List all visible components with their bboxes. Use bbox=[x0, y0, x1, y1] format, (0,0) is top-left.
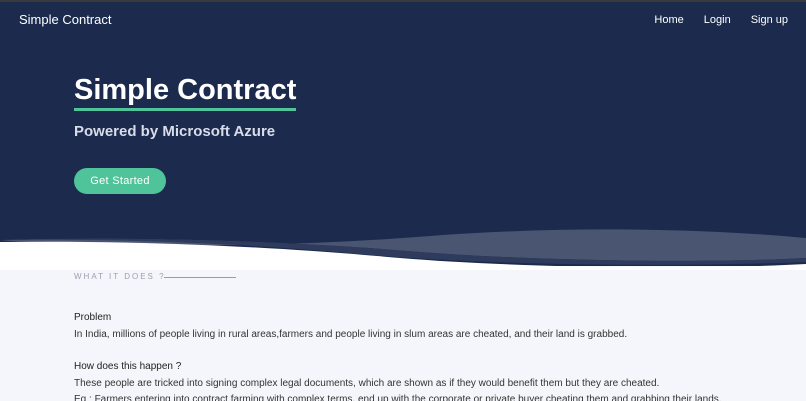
section-label-line bbox=[164, 277, 236, 278]
problem-heading: Problem bbox=[74, 312, 112, 323]
content-body: Problem In India, millions of people liv… bbox=[74, 310, 774, 401]
hero-subtitle: Powered by Microsoft Azure bbox=[74, 123, 276, 140]
top-nav: Home Login Sign up bbox=[654, 14, 788, 26]
how-text: These people are tricked into signing co… bbox=[74, 377, 660, 389]
nav-signup-link[interactable]: Sign up bbox=[751, 14, 788, 26]
get-started-button[interactable]: Get Started bbox=[74, 168, 166, 194]
hero-title: Simple Contract bbox=[74, 74, 297, 106]
how-heading: How does this happen ? bbox=[74, 361, 182, 372]
problem-text: In India, millions of people living in r… bbox=[74, 328, 628, 340]
nav-login-link[interactable]: Login bbox=[704, 14, 731, 26]
hero-wave-divider bbox=[0, 218, 806, 270]
example-text: Eg : Farmers entering into contract farm… bbox=[74, 394, 722, 401]
nav-home-link[interactable]: Home bbox=[654, 14, 683, 26]
brand-link[interactable]: Simple Contract bbox=[19, 12, 111, 27]
hero-title-underline bbox=[74, 108, 296, 111]
section-label: WHAT IT DOES ? bbox=[74, 272, 166, 281]
